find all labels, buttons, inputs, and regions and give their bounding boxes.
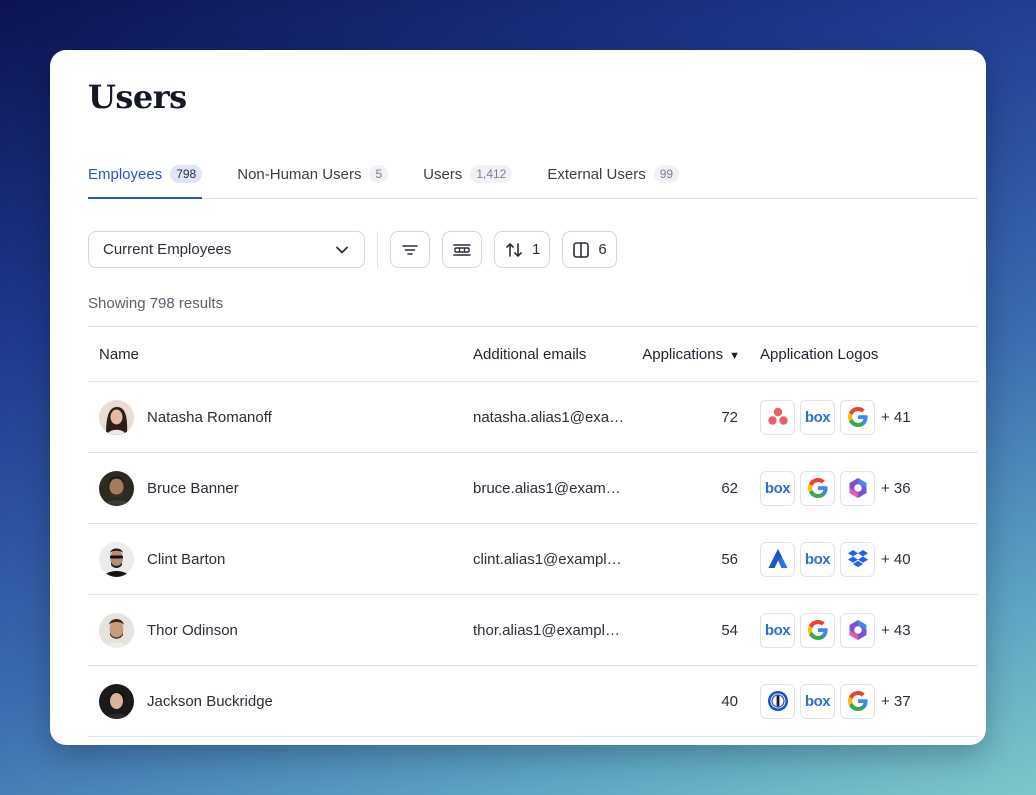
applications-count: 40: [638, 665, 758, 737]
column-header-name[interactable]: Name: [88, 326, 473, 382]
toolbar-divider: [377, 231, 378, 268]
tab-count-badge: 798: [170, 165, 203, 183]
column-header-emails[interactable]: Additional emails: [473, 326, 638, 382]
box-icon: box: [800, 399, 835, 435]
user-name[interactable]: Jackson Buckridge: [147, 693, 273, 710]
atlassian-icon: [760, 541, 795, 577]
chevron-down-icon: [336, 246, 348, 253]
table-row[interactable]: Natasha Romanoff natasha.alias1@example.…: [88, 381, 978, 453]
more-apps-count[interactable]: + 37: [881, 693, 911, 710]
table-row[interactable]: Thor Odinson thor.alias1@example.com 54 …: [88, 594, 978, 666]
tab-employees[interactable]: Employees 798: [88, 150, 203, 199]
tab-count-badge: 5: [369, 165, 389, 183]
tab-label: External Users: [547, 165, 646, 183]
sort-desc-icon: ▼: [729, 349, 740, 362]
tab-label: Employees: [88, 165, 163, 183]
additional-email: bruce.alias1@example.com: [473, 479, 625, 497]
columns-button[interactable]: 6: [562, 231, 617, 268]
avatar: [99, 399, 134, 435]
tab-label: Non-Human Users: [237, 165, 362, 183]
asana-icon: [760, 399, 795, 435]
google-icon: [800, 612, 835, 648]
box-icon: box: [800, 683, 835, 719]
tab-count-badge: 1,412: [470, 165, 513, 183]
additional-email: thor.alias1@example.com: [473, 621, 625, 639]
sort-button[interactable]: 1: [494, 231, 551, 268]
table-row[interactable]: Clint Barton clint.alias1@example.com 56…: [88, 523, 978, 595]
toolbar: Current Employees 1 6: [88, 231, 629, 268]
1password-icon: [760, 683, 795, 719]
copilot-icon: [840, 612, 875, 648]
tab-label: Users: [423, 165, 463, 183]
more-apps-count[interactable]: + 43: [881, 622, 911, 639]
box-icon: box: [760, 470, 795, 506]
results-count: Showing 798 results: [88, 295, 224, 312]
additional-email: natasha.alias1@example.com: [473, 408, 625, 426]
table-row[interactable]: Jackson Buckridge 40 box + 37: [88, 665, 978, 737]
applications-count: 56: [638, 523, 758, 595]
box-icon: box: [760, 612, 795, 648]
avatar: [99, 612, 134, 648]
user-name[interactable]: Thor Odinson: [147, 622, 238, 639]
avatar: [99, 541, 134, 577]
user-name[interactable]: Clint Barton: [147, 551, 225, 568]
filter-lines-icon: [402, 244, 418, 255]
applications-count: 54: [638, 594, 758, 666]
applications-count: 62: [638, 452, 758, 524]
select-value: Current Employees: [103, 241, 232, 258]
density-button[interactable]: [442, 231, 482, 268]
more-apps-count[interactable]: + 36: [881, 480, 911, 497]
users-table: Name Additional emails Applications ▼ App…: [88, 326, 978, 737]
filter-button[interactable]: [390, 231, 430, 268]
tab-external-users[interactable]: External Users 99: [547, 150, 680, 198]
tab-users[interactable]: Users 1,412: [423, 150, 513, 198]
table-header-row: Name Additional emails Applications ▼ App…: [88, 326, 978, 382]
more-apps-count[interactable]: + 41: [881, 409, 911, 426]
avatar: [99, 683, 134, 719]
google-icon: [840, 683, 875, 719]
user-name[interactable]: Bruce Banner: [147, 480, 239, 497]
google-icon: [840, 399, 875, 435]
applications-count: 72: [638, 381, 758, 453]
column-header-logos[interactable]: Application Logos: [758, 326, 978, 382]
user-name[interactable]: Natasha Romanoff: [147, 409, 272, 426]
density-icon: [453, 243, 471, 256]
additional-email: clint.alias1@example.com: [473, 550, 625, 568]
tab-non-human-users[interactable]: Non-Human Users 5: [237, 150, 389, 198]
sort-count: 1: [532, 241, 541, 258]
column-header-applications[interactable]: Applications ▼: [638, 326, 758, 382]
box-icon: box: [800, 541, 835, 577]
columns-icon: [573, 241, 590, 258]
employee-filter-select[interactable]: Current Employees: [88, 231, 365, 268]
avatar: [99, 470, 134, 506]
table-row[interactable]: Bruce Banner bruce.alias1@example.com 62…: [88, 452, 978, 524]
columns-count: 6: [598, 241, 607, 258]
copilot-icon: [840, 470, 875, 506]
more-apps-count[interactable]: + 40: [881, 551, 911, 568]
dropbox-icon: [840, 541, 875, 577]
google-icon: [800, 470, 835, 506]
sort-arrows-icon: [506, 242, 522, 257]
users-card: Users Employees 798 Non-Human Users 5 Us…: [50, 50, 986, 745]
page-title: Users: [88, 78, 187, 116]
tab-bar: Employees 798 Non-Human Users 5 Users 1,…: [88, 150, 978, 199]
column-header-label: Applications: [642, 345, 724, 363]
tab-count-badge: 99: [653, 165, 680, 183]
